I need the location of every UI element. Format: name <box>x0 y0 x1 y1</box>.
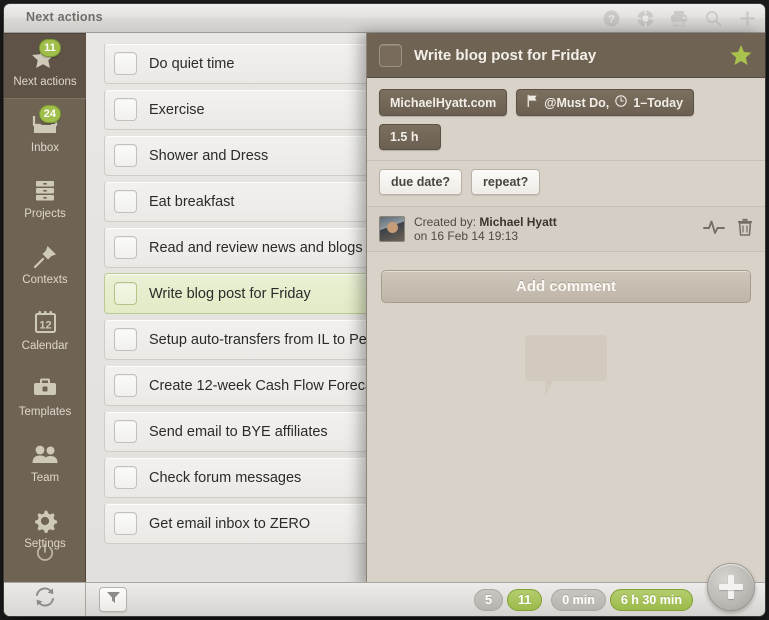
created-by-prefix: Created by: <box>414 215 477 229</box>
task-checkbox[interactable] <box>114 236 137 259</box>
task-checkbox[interactable] <box>114 420 137 443</box>
power-icon[interactable] <box>4 542 86 564</box>
sidebar-label-contexts: Contexts <box>22 273 68 286</box>
plus-icon <box>719 575 743 599</box>
task-checkbox[interactable] <box>114 512 137 535</box>
avatar <box>379 216 405 242</box>
created-by-row: Created by: Michael Hyatt on 16 Feb 14 1… <box>367 206 765 252</box>
pill-project[interactable]: MichaelHyatt.com <box>379 89 508 116</box>
gear-icon <box>30 506 60 536</box>
status-bar: 5 11 0 min 6 h 30 min <box>4 563 765 616</box>
task-checkbox[interactable] <box>114 466 137 489</box>
svg-text:?: ? <box>608 13 615 25</box>
pill-context-label: @Must Do, <box>544 95 610 110</box>
created-by-text: Created by: Michael Hyatt on 16 Feb 14 1… <box>414 215 694 243</box>
drawers-icon <box>30 176 60 206</box>
sidebar-label-projects: Projects <box>24 207 66 220</box>
sync-button[interactable] <box>4 583 86 616</box>
sync-icon <box>34 587 56 612</box>
search-icon[interactable] <box>703 8 723 28</box>
add-comment-button[interactable]: Add comment <box>381 270 751 303</box>
task-checkbox[interactable] <box>114 144 137 167</box>
activity-icon[interactable] <box>703 219 725 240</box>
comment-bubble-placeholder-icon <box>523 333 609 404</box>
sidebar-item-inbox[interactable]: 24 Inbox <box>4 99 86 165</box>
task-checkbox[interactable] <box>114 52 137 75</box>
sidebar-label-templates: Templates <box>18 405 72 418</box>
created-row-actions <box>703 218 753 241</box>
time-total[interactable]: 6 h 30 min <box>609 589 693 611</box>
star-icon[interactable] <box>729 43 753 67</box>
created-by-date: on 16 Feb 14 19:13 <box>414 229 519 243</box>
count-group: 5 11 <box>474 589 543 611</box>
detail-complete-checkbox[interactable] <box>379 43 402 67</box>
count-total[interactable]: 5 <box>474 589 503 611</box>
star-icon: 11 <box>30 38 61 74</box>
task-checkbox[interactable] <box>114 282 137 305</box>
toolbar-icons: ? <box>601 4 757 32</box>
count-active[interactable]: 11 <box>506 589 543 611</box>
task-checkbox[interactable] <box>114 190 137 213</box>
sidebar-label-calendar: Calendar <box>21 339 69 352</box>
detail-header: Write blog post for Friday <box>367 33 765 78</box>
calendar-icon: 12 <box>30 308 60 338</box>
task-checkbox[interactable] <box>114 328 137 351</box>
detail-quick-buttons: due date? repeat? <box>367 160 765 206</box>
sidebar-badge-next-actions: 11 <box>39 38 61 57</box>
people-icon <box>30 440 60 470</box>
task-checkbox[interactable] <box>114 374 137 397</box>
inbox-icon: 24 <box>30 104 61 140</box>
app-window: Next actions ? 11 Next actions 24 Inbox … <box>4 4 765 616</box>
detail-title: Write blog post for Friday <box>414 46 597 64</box>
detail-pills: MichaelHyatt.com @Must Do, 1–Today 1.5 h <box>367 78 765 156</box>
filter-icon <box>106 590 121 610</box>
time-done[interactable]: 0 min <box>551 589 606 611</box>
sidebar-item-templates[interactable]: Templates <box>4 363 86 429</box>
sidebar-item-contexts[interactable]: Contexts <box>4 231 86 297</box>
pill-duration[interactable]: 1.5 h <box>379 124 441 150</box>
sidebar-item-team[interactable]: Team <box>4 429 86 495</box>
toolbox-icon <box>30 374 60 404</box>
trash-icon[interactable] <box>737 218 753 241</box>
repeat-button[interactable]: repeat? <box>471 169 541 195</box>
sidebar-item-projects[interactable]: Projects <box>4 165 86 231</box>
print-icon[interactable] <box>669 8 689 28</box>
pin-icon <box>30 242 60 272</box>
pill-priority-label: 1–Today <box>633 95 684 110</box>
sidebar-item-next-actions[interactable]: 11 Next actions <box>4 33 86 99</box>
help-icon[interactable]: ? <box>601 8 621 28</box>
status-counters: 5 11 0 min 6 h 30 min <box>474 589 693 611</box>
svg-text:12: 12 <box>39 320 51 332</box>
created-by-author: Michael Hyatt <box>479 215 557 229</box>
pill-project-label: MichaelHyatt.com <box>390 95 497 110</box>
sidebar-label-next-actions: Next actions <box>13 75 77 88</box>
due-date-button[interactable]: due date? <box>379 169 463 195</box>
flag-icon <box>527 95 538 110</box>
pill-duration-label: 1.5 h <box>390 130 419 144</box>
sidebar-label-team: Team <box>30 471 60 484</box>
task-checkbox[interactable] <box>114 98 137 121</box>
add-task-fab[interactable] <box>707 563 755 611</box>
lifebuoy-icon[interactable] <box>635 8 655 28</box>
sidebar: 11 Next actions 24 Inbox Projects Contex… <box>4 33 86 582</box>
time-group: 0 min 6 h 30 min <box>551 589 693 611</box>
title-bar: Next actions ? <box>4 4 765 33</box>
add-icon[interactable] <box>737 8 757 28</box>
window-title: Next actions <box>26 10 103 24</box>
filter-button[interactable] <box>99 587 127 612</box>
sidebar-badge-inbox: 24 <box>38 104 61 123</box>
sidebar-label-inbox: Inbox <box>30 141 60 154</box>
pill-context-priority[interactable]: @Must Do, 1–Today <box>516 89 695 116</box>
sidebar-item-calendar[interactable]: 12 Calendar <box>4 297 86 363</box>
task-detail-panel: Write blog post for Friday MichaelHyatt.… <box>366 33 765 590</box>
clock-icon <box>615 95 627 110</box>
